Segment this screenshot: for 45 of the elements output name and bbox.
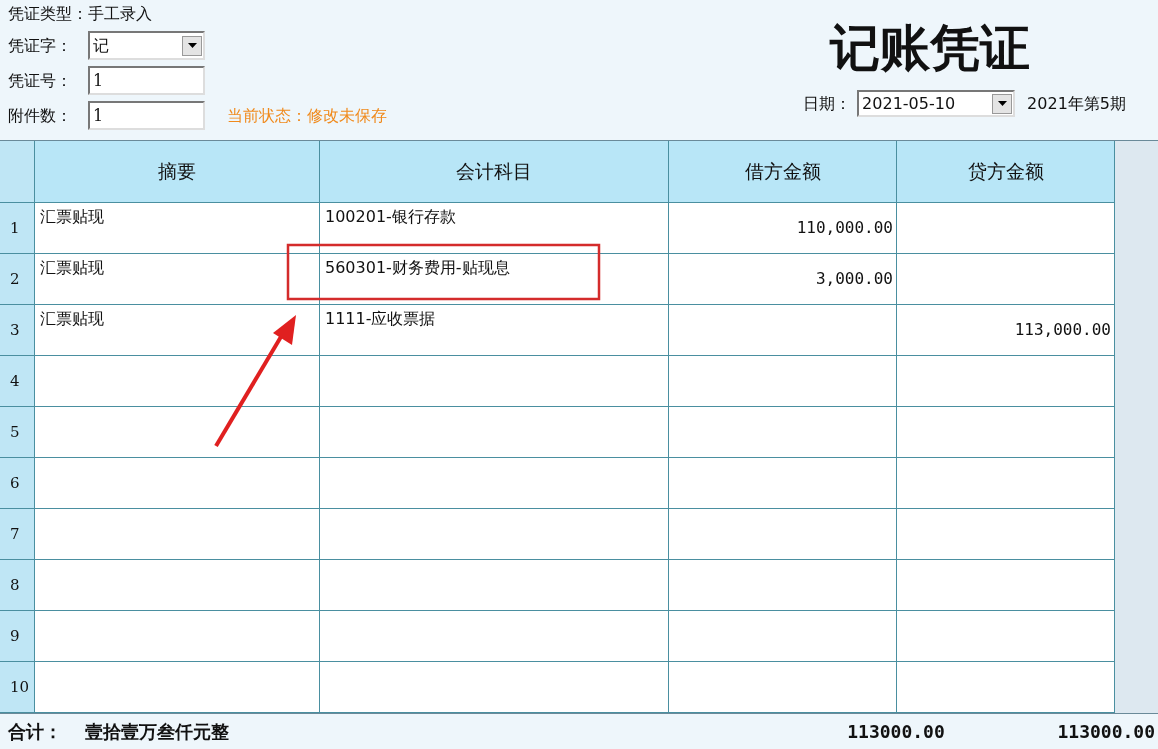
caret-icon: [997, 101, 1007, 106]
table-cell: 100201-银行存款: [320, 203, 669, 254]
table-cell: 1111-应收票据: [320, 305, 669, 356]
table-cell: 3,000.00: [669, 254, 897, 305]
table-cell: 汇票贴现: [35, 254, 320, 305]
table-cell: 汇票贴现: [35, 305, 320, 356]
column-header: 摘要: [35, 141, 320, 203]
table-cell: 560301-财务费用-贴现息: [320, 254, 669, 305]
dropdown-field[interactable]: 记: [88, 31, 205, 60]
field-label: 凭证号：: [8, 69, 73, 92]
row-number: 9: [0, 611, 35, 662]
period-text: 2021年第5期: [1027, 92, 1126, 115]
row-number: 3: [0, 305, 35, 356]
table-cell: 113,000.00: [897, 305, 1115, 356]
field-label: 日期：: [803, 92, 852, 115]
column-header: 会计科目: [320, 141, 669, 203]
row-number: 8: [0, 560, 35, 611]
voucher-type-value: 手工录入: [88, 3, 152, 25]
total-label: 合计：: [7, 720, 63, 744]
date-dropdown[interactable]: 2021-05-10: [857, 90, 1016, 117]
dropdown-button[interactable]: [992, 93, 1013, 114]
row-number: 1: [0, 203, 35, 254]
row-number: 2: [0, 254, 35, 305]
input-field[interactable]: 1: [88, 101, 205, 130]
amount-in-words: 壹拾壹万叁仟元整: [85, 720, 231, 744]
credit-total: 113000.00: [1056, 720, 1156, 744]
column-header: 贷方金额: [897, 141, 1115, 203]
input-field[interactable]: 1: [88, 66, 205, 95]
caret-icon: [187, 43, 197, 48]
row-number: 4: [0, 356, 35, 407]
debit-total: 113000.00: [846, 720, 946, 744]
field-label: 凭证字：: [8, 34, 73, 57]
table-cell: 110,000.00: [669, 203, 897, 254]
dropdown-button[interactable]: [182, 35, 202, 56]
field-label: 凭证类型：: [8, 3, 88, 25]
column-header: 借方金额: [669, 141, 897, 203]
row-number: 5: [0, 407, 35, 458]
header-corner-cell: [0, 141, 35, 203]
status-text: 当前状态：修改未保存: [227, 104, 387, 127]
table-cell: 汇票贴现: [35, 203, 320, 254]
row-number: 6: [0, 458, 35, 509]
row-number: 10: [0, 662, 35, 713]
row-number: 7: [0, 509, 35, 560]
field-label: 附件数：: [8, 104, 73, 127]
voucher-title: 记账凭证: [830, 18, 1030, 78]
